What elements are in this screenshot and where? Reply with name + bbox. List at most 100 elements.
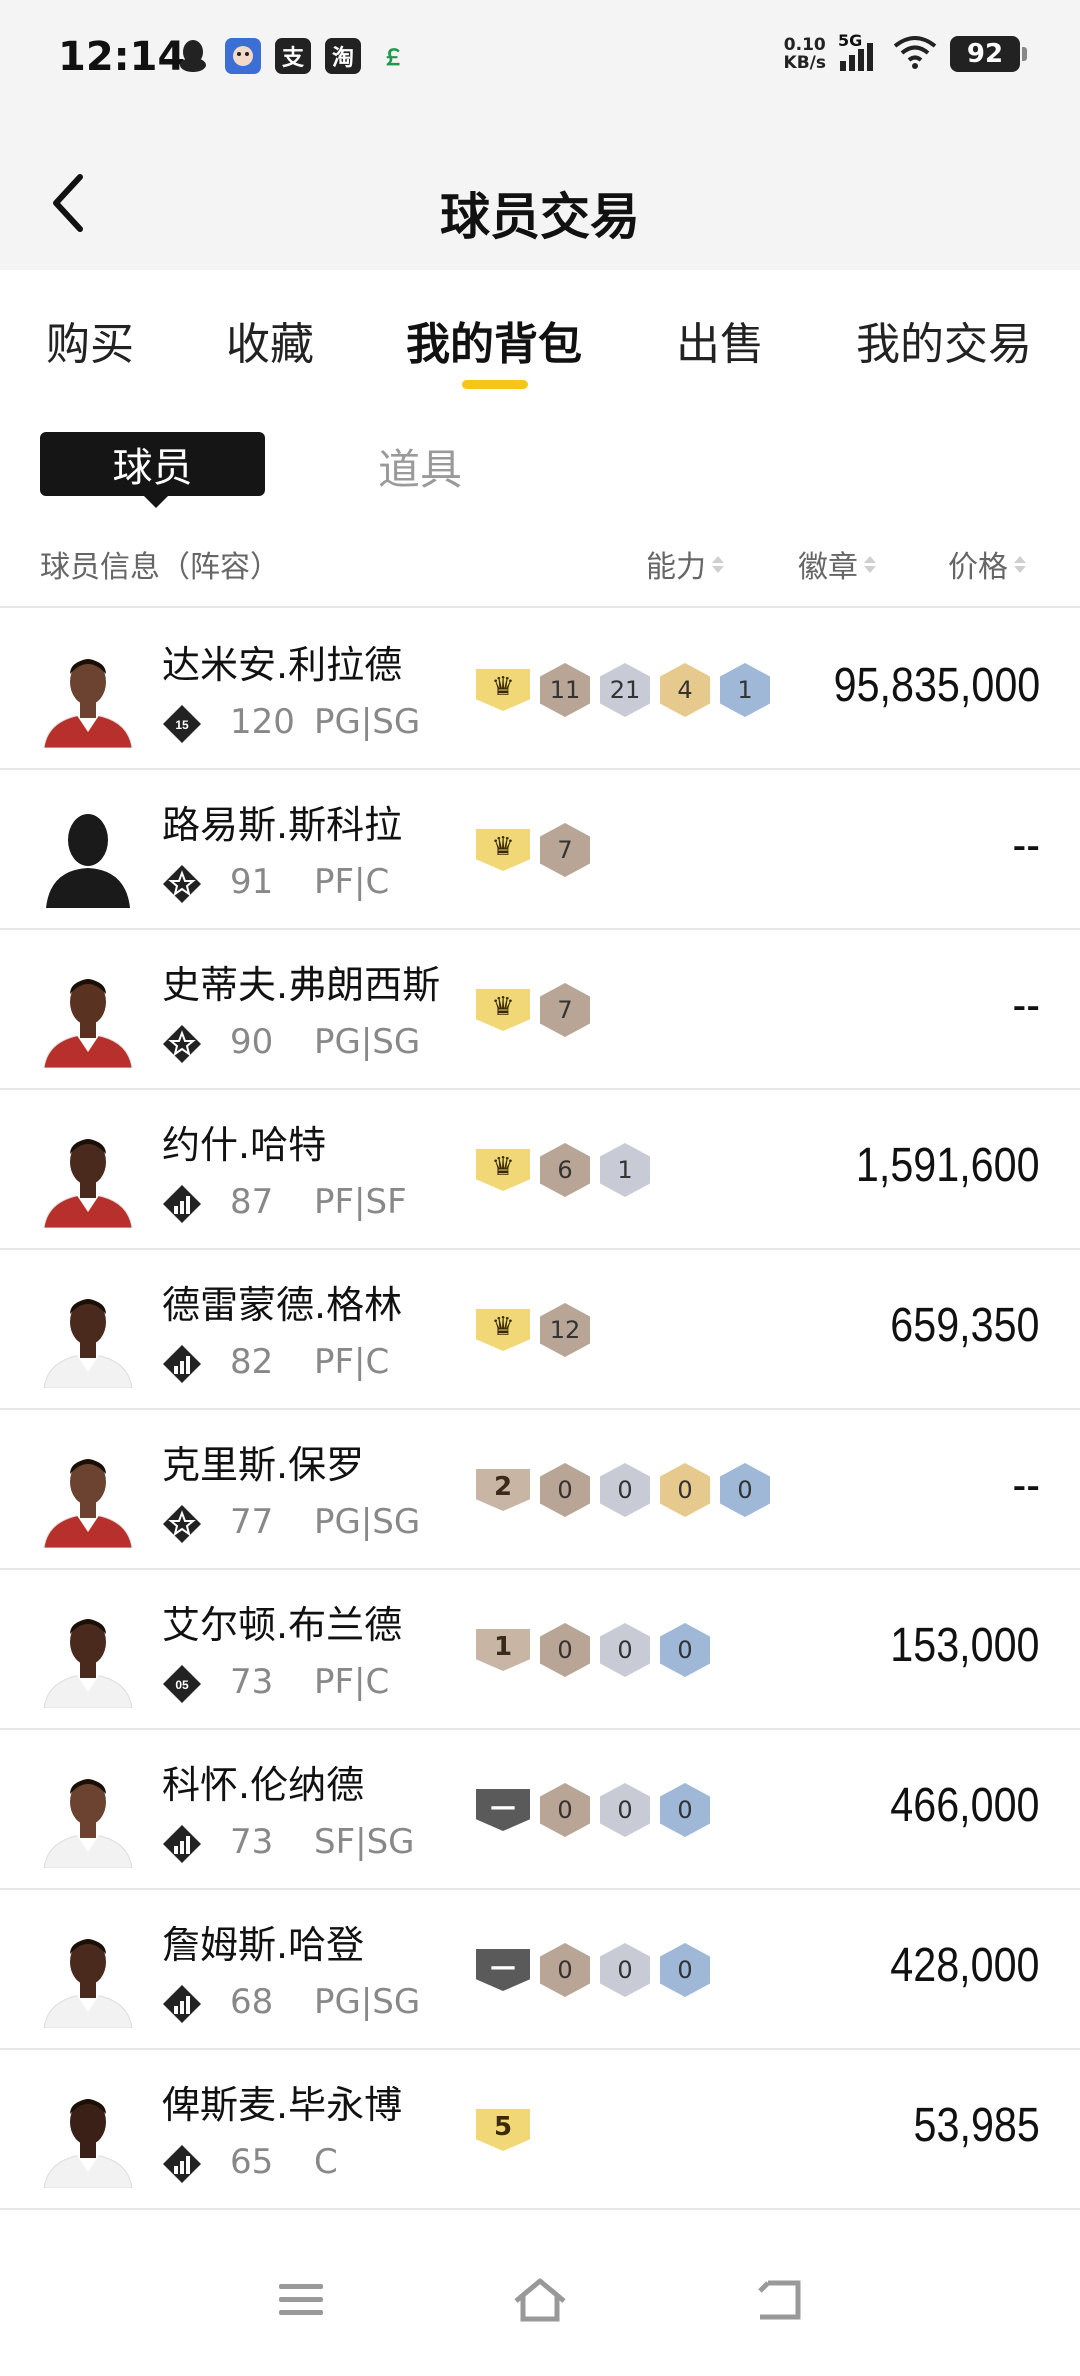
player-ovr: 73: [230, 1662, 274, 1702]
badge-count-silver: 0: [600, 1463, 650, 1517]
subtab-items[interactable]: 道具: [378, 436, 462, 497]
rating-tier-icon: [162, 1824, 202, 1864]
player-position: C: [314, 2142, 338, 2182]
tab-my-backpack[interactable]: 我的背包: [406, 308, 582, 372]
badge-count-silver: 0: [600, 1783, 650, 1837]
player-position: SF|SG: [314, 1822, 415, 1862]
player-ovr: 77: [230, 1502, 274, 1542]
badge-group: ♛ 11 21 4 1: [476, 662, 770, 718]
badge-count-silver: 1: [600, 1143, 650, 1197]
player-row[interactable]: 达米安.利拉德 15 120 PG|SG ♛ 11 21 4 1 95,835,000: [0, 610, 1080, 770]
badge-group: ♛ 7: [476, 822, 590, 878]
rating-tier-icon: [162, 1184, 202, 1224]
player-row[interactable]: 詹姆斯.哈登 68 PG|SG —0 0 0 428,000: [0, 1890, 1080, 2050]
player-avatar: [40, 1120, 136, 1228]
badge-count-bronze: 11: [540, 663, 590, 717]
subtab-players[interactable]: 球员: [40, 432, 265, 508]
badge-group: —0 0 0: [476, 1942, 710, 1998]
player-ovr: 73: [230, 1822, 274, 1862]
player-ovr: 90: [230, 1022, 274, 1062]
player-position: PG|SG: [314, 702, 421, 742]
penguin-icon: [175, 38, 211, 74]
home-button[interactable]: [505, 2270, 575, 2330]
player-row[interactable]: 克里斯.保罗 77 PG|SG 2 0 0 0 0 --: [0, 1410, 1080, 1570]
player-avatar: [40, 640, 136, 748]
player-price: 153,000: [890, 1619, 1040, 1672]
main-tabs: 购买 收藏 我的背包 出售 我的交易: [0, 290, 1080, 400]
status-time: 12:14: [58, 34, 186, 80]
badge-count-silver: 0: [600, 1943, 650, 1997]
player-price: --: [1012, 819, 1040, 872]
player-ovr: 120: [230, 702, 295, 742]
col-ability-sort[interactable]: 能力: [646, 542, 724, 586]
player-row[interactable]: 约什.哈特 87 PF|SF ♛ 6 1 1,591,600: [0, 1090, 1080, 1250]
game-icon: [225, 38, 261, 74]
badge-count-gold: 0: [660, 1463, 710, 1517]
rating-tier-icon: [162, 1504, 202, 1544]
sort-icon: [1014, 555, 1026, 573]
player-price: 466,000: [890, 1779, 1040, 1832]
tab-buy[interactable]: 购买: [46, 308, 134, 372]
player-price: --: [1012, 979, 1040, 1032]
badge-count-bronze: 0: [540, 1623, 590, 1677]
badge-count-gold: 4: [660, 663, 710, 717]
tab-sell[interactable]: 出售: [676, 308, 764, 372]
badge-group: ♛ 12: [476, 1302, 590, 1358]
notification-icons: 支 淘 ￡: [175, 38, 411, 74]
badge-count-bronze: 7: [540, 823, 590, 877]
tab-my-trades[interactable]: 我的交易: [856, 308, 1032, 372]
player-position: PF|C: [314, 1342, 390, 1382]
tab-favorites[interactable]: 收藏: [226, 308, 314, 372]
badge-count-blue: 0: [660, 1623, 710, 1677]
player-price: 659,350: [890, 1299, 1040, 1352]
svg-text:15: 15: [175, 718, 189, 732]
player-row[interactable]: 史蒂夫.弗朗西斯 90 PG|SG ♛ 7 --: [0, 930, 1080, 1090]
menu-button[interactable]: [266, 2270, 336, 2330]
player-row[interactable]: 俾斯麦.毕永博 65 C 5 53,985: [0, 2050, 1080, 2210]
player-position: PF|C: [314, 862, 390, 902]
player-price: 95,835,000: [833, 659, 1040, 712]
column-header: 球员信息（阵容） 能力 徽章 价格: [0, 528, 1080, 608]
alipay-icon: 支: [275, 38, 311, 74]
player-name: 俾斯麦.毕永博: [162, 2083, 403, 2127]
badge-count-blue: 0: [660, 1783, 710, 1837]
badge-count-bronze: 12: [540, 1303, 590, 1357]
player-price: 1,591,600: [856, 1139, 1040, 1192]
badge-count-blue: 0: [720, 1463, 770, 1517]
player-ovr: 87: [230, 1182, 274, 1222]
back-arrow-icon: [758, 2280, 801, 2320]
system-back-button[interactable]: [745, 2270, 815, 2330]
player-row[interactable]: 路易斯.斯科拉 91 PF|C ♛ 7 --: [0, 770, 1080, 930]
player-row[interactable]: 德雷蒙德.格林 82 PF|C ♛ 12 659,350: [0, 1250, 1080, 1410]
player-list: 达米安.利拉德 15 120 PG|SG ♛ 11 21 4 1 95,835,000 路易斯.斯科…: [0, 610, 1080, 2270]
ability-level-badge: —: [476, 1789, 530, 1831]
ability-level-badge: ♛: [476, 829, 530, 871]
badge-count-bronze: 0: [540, 1783, 590, 1837]
player-avatar: [40, 800, 136, 908]
col-player-info: 球员信息（阵容）: [40, 550, 280, 585]
page-header: 球员交易: [0, 125, 1080, 270]
rating-tier-icon: 05: [162, 1664, 202, 1704]
player-avatar: [40, 1440, 136, 1548]
badge-group: ♛ 6 1: [476, 1142, 650, 1198]
rating-tier-icon: 15: [162, 704, 202, 744]
badge-group: 5: [476, 2102, 530, 2158]
wifi-icon: [892, 34, 938, 74]
rating-tier-icon: [162, 2144, 202, 2184]
player-price: --: [1012, 1459, 1040, 1512]
signal-icon: 5G: [838, 31, 880, 73]
player-name: 艾尔顿.布兰德: [162, 1603, 403, 1647]
ability-level-badge: ♛: [476, 989, 530, 1031]
player-name: 约什.哈特: [162, 1123, 327, 1167]
player-row[interactable]: 科怀.伦纳德 73 SF|SG —0 0 0 466,000: [0, 1730, 1080, 1890]
badge-group: 1000: [476, 1622, 710, 1678]
badge-count-blue: 1: [720, 663, 770, 717]
player-name: 科怀.伦纳德: [162, 1763, 365, 1807]
col-badges-sort[interactable]: 徽章: [798, 542, 876, 586]
player-position: PF|C: [314, 1662, 390, 1702]
col-price-sort[interactable]: 价格: [948, 542, 1026, 586]
player-price: 428,000: [890, 1939, 1040, 1992]
ability-level-badge: 5: [476, 2109, 530, 2151]
player-row[interactable]: 艾尔顿.布兰德 05 73 PF|C 1 0 0 0 153,000: [0, 1570, 1080, 1730]
badge-group: ♛ 7: [476, 982, 590, 1038]
